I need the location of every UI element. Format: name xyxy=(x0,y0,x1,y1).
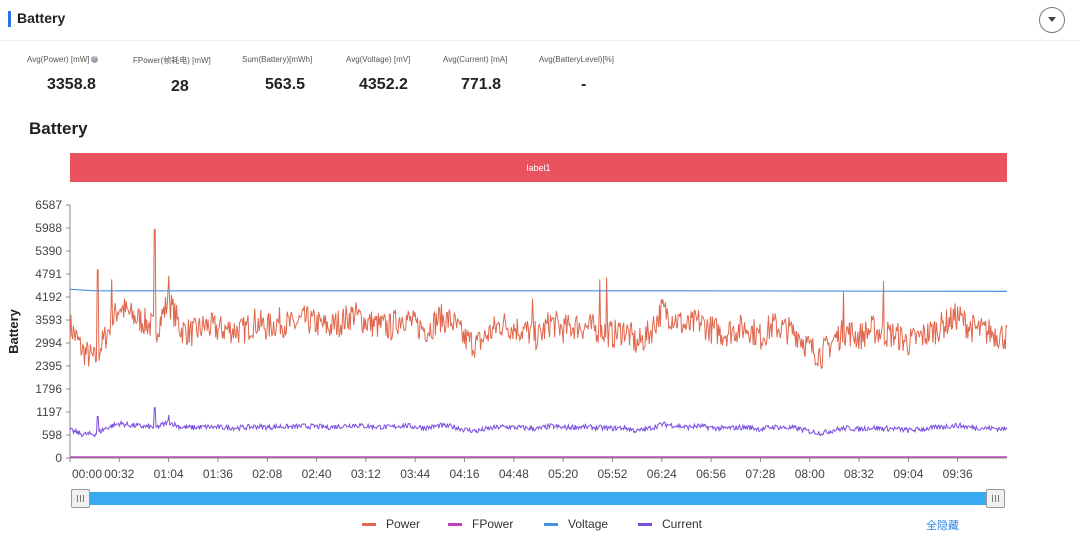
legend-swatch xyxy=(362,522,376,526)
stat-label: FPower(帧耗电) [mW] xyxy=(133,56,211,65)
stat-value: 28 xyxy=(171,78,189,95)
hide-all-link[interactable]: 全隐藏 xyxy=(926,517,959,533)
y-tick-label: 2395 xyxy=(35,359,62,373)
stat-avg-battery-level: Avg(BatteryLevel)[%] - xyxy=(539,55,659,94)
x-tick-label: 01:04 xyxy=(154,467,184,481)
legend-swatch xyxy=(638,522,652,526)
x-tick-label: 03:12 xyxy=(351,467,381,481)
y-tick-label: 5988 xyxy=(35,221,62,235)
x-tick-label: 06:56 xyxy=(696,467,726,481)
stat-sum-battery: Sum(Battery)[mWh] 563.5 xyxy=(242,55,362,94)
x-tick-label: 02:08 xyxy=(252,467,282,481)
x-tick-label: 06:24 xyxy=(647,467,677,481)
stat-avg-power: Avg(Power) [mW] ? 3358.8 xyxy=(27,55,147,94)
x-tick-label: 09:04 xyxy=(893,467,923,481)
zoom-handle-right[interactable] xyxy=(986,489,1005,508)
caret-down-icon xyxy=(1048,17,1056,22)
label-band[interactable]: label1 xyxy=(70,153,1007,182)
chart-legend: Power FPower Voltage Current xyxy=(0,517,1080,535)
x-tick-label: 08:00 xyxy=(795,467,825,481)
y-tick-label: 1796 xyxy=(35,382,62,396)
stat-label: Sum(Battery)[mWh] xyxy=(242,55,313,64)
x-tick-label: 04:16 xyxy=(450,467,480,481)
y-tick-label: 4791 xyxy=(35,267,62,281)
x-tick-label: 05:52 xyxy=(597,467,627,481)
battery-chart: 0 598 1197 1796 2395 2994 3593 4192 4791 5390 5988… xyxy=(6,198,1008,481)
x-tick-label: 07:28 xyxy=(745,467,775,481)
legend-label: Voltage xyxy=(568,517,609,531)
section-title: Battery xyxy=(17,10,66,26)
stat-fpower: FPower(帧耗电) [mW] 28 xyxy=(133,55,253,96)
x-tick-label: 04:48 xyxy=(499,467,529,481)
legend-label: Power xyxy=(386,517,421,531)
y-tick-label: 598 xyxy=(42,428,62,442)
legend-label: Current xyxy=(662,517,703,531)
y-tick-label: 2994 xyxy=(35,336,62,350)
x-tick-label: 09:36 xyxy=(943,467,973,481)
section-header: Battery xyxy=(0,0,1080,41)
y-tick-label: 0 xyxy=(55,451,62,465)
y-tick-label: 5390 xyxy=(35,244,62,258)
legend-item-current[interactable]: Current xyxy=(638,517,702,531)
stat-label: Avg(BatteryLevel)[%] xyxy=(539,55,614,64)
stat-value: 563.5 xyxy=(265,76,306,93)
stat-value: 3358.8 xyxy=(47,76,96,93)
legend-item-power[interactable]: Power xyxy=(362,517,420,531)
stat-value: - xyxy=(581,76,587,93)
x-tick-label: 00:32 xyxy=(104,467,134,481)
y-tick-label: 1197 xyxy=(36,405,62,419)
x-tick-label: 05:20 xyxy=(548,467,578,481)
zoom-handle-left[interactable] xyxy=(71,489,90,508)
legend-item-fpower[interactable]: FPower xyxy=(448,517,513,531)
y-tick-label: 6587 xyxy=(35,198,62,212)
collapse-button[interactable] xyxy=(1039,7,1065,33)
x-tick-label: 08:32 xyxy=(844,467,874,481)
legend-item-voltage[interactable]: Voltage xyxy=(544,517,608,531)
chart-title: Battery xyxy=(29,119,88,138)
section-accent-bar xyxy=(8,11,11,27)
x-tick-label: 00:00 xyxy=(72,467,102,481)
series-line-current xyxy=(69,407,1008,439)
y-axis-title: Battery xyxy=(6,308,21,354)
zoom-slider-track[interactable] xyxy=(71,492,1005,505)
legend-label: FPower xyxy=(472,517,514,531)
y-tick-label: 3593 xyxy=(35,313,62,327)
stat-label: Avg(Power) [mW] xyxy=(27,55,90,64)
legend-swatch xyxy=(544,522,558,526)
y-tick-label: 4192 xyxy=(35,290,62,304)
x-tick-label: 01:36 xyxy=(203,467,233,481)
info-icon[interactable]: ? xyxy=(90,56,98,63)
series-line-voltage xyxy=(69,288,1008,292)
x-tick-label: 03:44 xyxy=(400,467,430,481)
x-tick-label: 02:40 xyxy=(302,467,332,481)
legend-swatch xyxy=(448,522,462,526)
series-line-power xyxy=(69,229,1008,370)
